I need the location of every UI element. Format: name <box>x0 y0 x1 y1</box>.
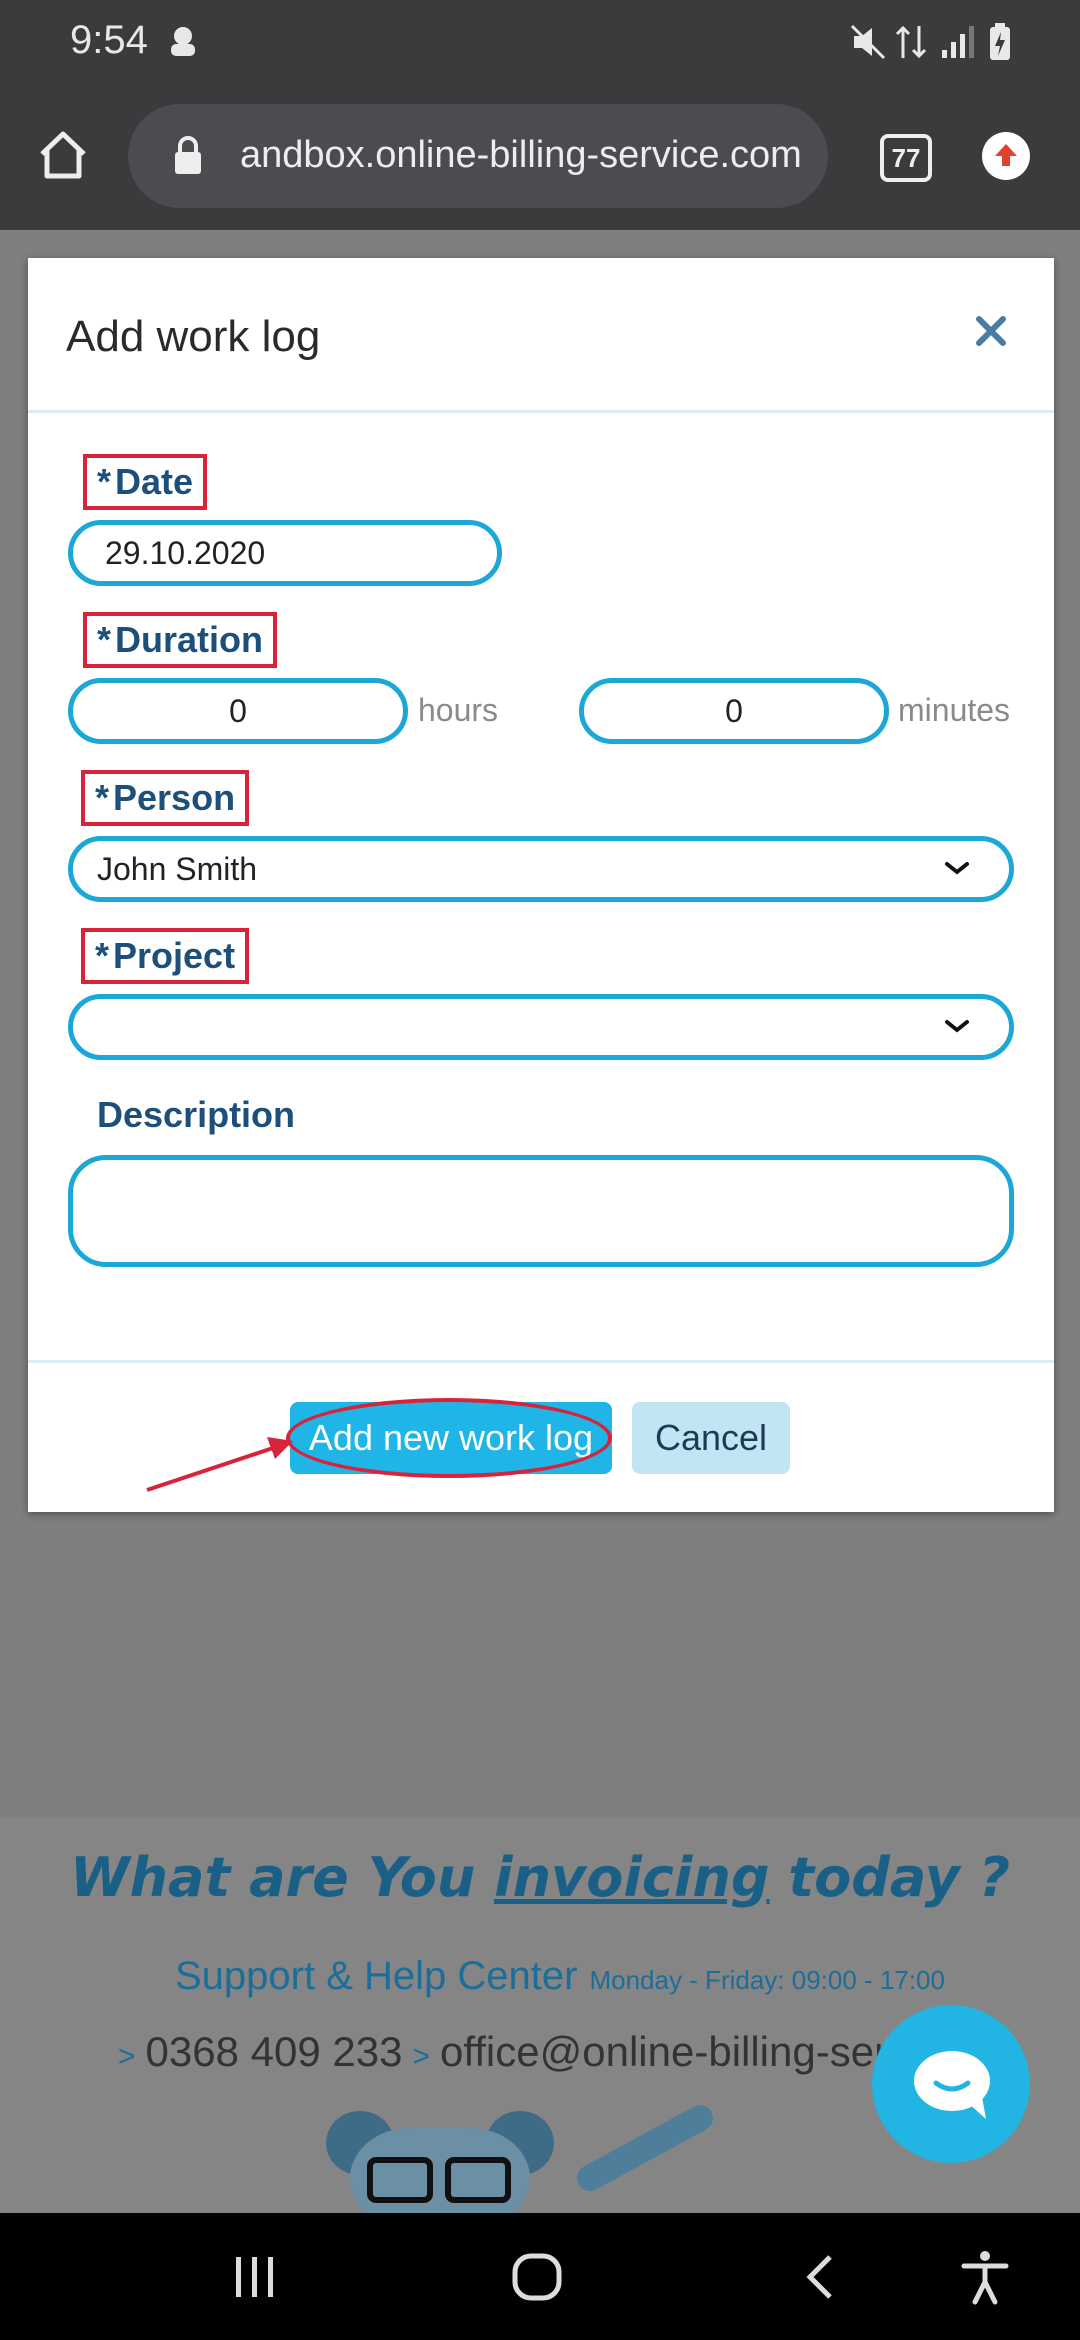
home-nav-icon[interactable] <box>510 2253 564 2301</box>
update-arrow-icon <box>995 144 1017 166</box>
chat-button[interactable] <box>872 2005 1030 2163</box>
separator: > <box>412 2040 430 2073</box>
project-label-text: Project <box>113 935 236 976</box>
person-value: John Smith <box>97 850 258 887</box>
project-label: * Project <box>81 928 250 984</box>
recent-apps-icon[interactable] <box>230 2253 280 2301</box>
person-select[interactable]: John Smith <box>68 836 1014 902</box>
duration-minutes-input[interactable]: 0 <box>579 678 889 744</box>
hours-value: 0 <box>229 692 247 729</box>
system-nav-bar <box>0 2213 1080 2340</box>
tab-switcher-button[interactable]: 77 <box>880 134 932 182</box>
chevron-down-icon <box>945 1020 969 1033</box>
duration-hours-input[interactable]: 0 <box>68 678 408 744</box>
address-bar[interactable]: andbox.online-billing-service.com <box>128 104 828 208</box>
browser-toolbar: andbox.online-billing-service.com 77 <box>0 90 1080 230</box>
tagline-text: What are You <box>70 1846 495 1909</box>
duration-label: * Duration <box>83 612 278 668</box>
add-work-log-dialog: Add work log * Date 29.10.2020 * Duration … <box>28 258 1054 1512</box>
hours-unit: hours <box>418 692 499 728</box>
description-label: Description <box>97 1094 296 1135</box>
support-title: Support & Help Center <box>175 1954 578 1998</box>
mute-icon <box>850 24 886 60</box>
footer-tagline: What are You invoicing today ? <box>0 1846 1080 1909</box>
person-label: * Person <box>81 770 250 826</box>
annotation-arrow <box>146 1437 293 1492</box>
duration-label-text: Duration <box>115 619 264 660</box>
phone-link[interactable]: 0368 409 233 <box>146 2028 403 2075</box>
dialog-footer-divider <box>28 1360 1054 1363</box>
minutes-unit: minutes <box>898 692 1011 728</box>
project-select[interactable] <box>68 994 1014 1060</box>
back-icon[interactable] <box>800 2253 840 2301</box>
date-label-text: Date <box>115 461 194 502</box>
description-textarea[interactable] <box>68 1155 1014 1267</box>
chevron-down-icon <box>945 862 969 875</box>
separator: > <box>118 2040 136 2073</box>
battery-icon <box>990 23 1010 60</box>
close-icon[interactable] <box>966 306 1016 356</box>
accessibility-icon[interactable] <box>960 2249 1010 2305</box>
notification-icon <box>171 27 195 56</box>
dialog-title: Add work log <box>66 312 321 361</box>
data-transfer-icon <box>895 25 927 59</box>
required-marker: * <box>95 777 110 818</box>
person-label-text: Person <box>113 777 236 818</box>
cancel-button[interactable]: Cancel <box>632 1402 790 1474</box>
date-label: * Date <box>83 454 208 510</box>
update-button[interactable] <box>982 132 1030 180</box>
required-marker: * <box>97 461 112 502</box>
home-icon[interactable] <box>36 128 90 182</box>
url-text: andbox.online-billing-service.com <box>240 134 802 176</box>
date-input[interactable]: 29.10.2020 <box>68 520 502 586</box>
chat-bubble-icon <box>914 2051 990 2119</box>
tagline-emphasis: invoicing <box>494 1846 770 1909</box>
contact-line: >0368 409 233 > office@online-billing-serv… <box>108 2028 963 2076</box>
required-marker: * <box>95 935 110 976</box>
tagline-end: today ? <box>769 1846 1010 1909</box>
status-bar: 9:54 <box>0 0 1080 90</box>
mascot-illustration <box>326 2105 713 2213</box>
annotation-ellipse <box>286 1398 612 1478</box>
support-line: Support & Help Center Monday - Friday: 09… <box>175 1954 945 1999</box>
status-time: 9:54 <box>70 18 148 62</box>
dialog-header: Add work log <box>28 258 1054 413</box>
required-marker: * <box>97 619 112 660</box>
support-hours: Monday - Friday: 09:00 - 17:00 <box>589 1965 945 1995</box>
signal-icon <box>942 26 974 58</box>
date-value: 29.10.2020 <box>105 534 266 571</box>
minutes-value: 0 <box>725 692 743 729</box>
lock-icon <box>175 136 201 174</box>
